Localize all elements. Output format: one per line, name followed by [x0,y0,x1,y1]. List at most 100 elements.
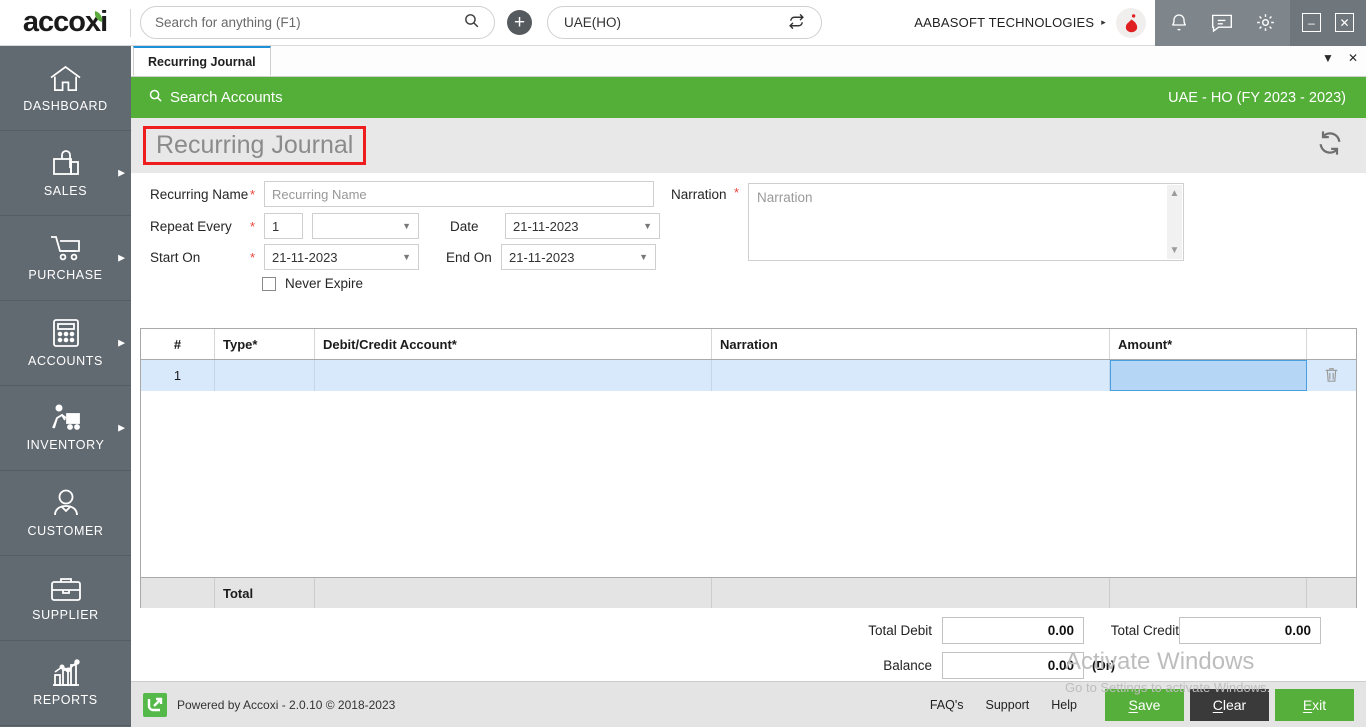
chevron-right-icon: ▶ [118,422,125,433]
save-button[interactable]: Save [1105,688,1184,721]
search-icon[interactable] [463,12,480,34]
date-picker[interactable]: 21-11-2023 ▼ [505,213,660,239]
message-icon[interactable] [1211,13,1233,33]
row-amount-cell[interactable] [1110,360,1307,391]
grid-col-account: Debit/Credit Account* [315,329,712,359]
application-window: accoxi + UAE(HO) [0,0,1366,727]
bell-icon[interactable] [1169,12,1189,33]
close-icon[interactable]: ✕ [1348,51,1358,65]
repeat-unit-dropdown[interactable]: ▼ [312,213,419,239]
sidebar-item-purchase[interactable]: PURCHASE ▶ [0,216,131,301]
sidebar-item-sales[interactable]: SALES ▶ [0,131,131,216]
grid-header-row: # Type* Debit/Credit Account* Narration … [141,329,1356,360]
company-selector[interactable]: AABASOFT TECHNOLOGIES ▸ [914,15,1112,30]
close-button[interactable]: ✕ [1335,13,1354,32]
window-controls: – ✕ [1290,0,1366,46]
chevron-down-icon: ▼ [402,221,411,231]
faq-link[interactable]: FAQ's [930,698,964,712]
chevron-right-icon: ▶ [118,337,125,348]
bar-chart-icon [51,659,81,687]
sidebar-item-label: PURCHASE [28,268,103,282]
sidebar-item-supplier[interactable]: SUPPLIER [0,556,131,641]
search-accounts-button[interactable]: Search Accounts [148,88,283,107]
total-credit-field: 0.00 [1179,617,1321,644]
row-narration-cell[interactable] [712,360,1110,391]
table-row[interactable]: 1 [141,360,1356,391]
footer-bar: Powered by Accoxi - 2.0.10 © 2018-2023 F… [131,681,1366,727]
page-title-bar: Recurring Journal [131,118,1366,173]
shopping-bag-icon [51,148,81,178]
sidebar-item-dashboard[interactable]: DASHBOARD [0,46,131,131]
avatar[interactable] [1116,7,1146,38]
grid-col-narration: Narration [712,329,1110,359]
end-on-value: 21-11-2023 [509,249,575,265]
start-on-label: Start On [150,249,201,265]
field-never-expire[interactable]: Never Expire [262,276,363,291]
narration-scrollbar[interactable]: ▲ ▼ [1167,185,1182,259]
repeat-count-input[interactable]: 1 [264,213,303,239]
repeat-count-value: 1 [272,218,280,234]
header-action-icons [1155,0,1290,46]
sidebar-item-label: SALES [43,184,88,198]
minimize-button[interactable]: – [1302,13,1321,32]
balance-type: (Dr) [1092,658,1116,673]
required-marker: * [734,185,740,200]
help-link[interactable]: Help [1051,698,1077,712]
row-delete-button[interactable] [1307,360,1356,391]
end-on-picker[interactable]: 21-11-2023 ▼ [501,244,656,270]
fiscal-year-info: UAE - HO (FY 2023 - 2023) [1168,89,1346,106]
sidebar-item-label: DASHBOARD [23,98,108,113]
clear-label: Clear [1212,696,1247,713]
sidebar-item-reports[interactable]: REPORTS [0,641,131,726]
top-header: accoxi + UAE(HO) [0,0,1366,46]
chevron-right-icon: ▸ [1101,17,1106,27]
narration-textarea[interactable]: Narration ▲ ▼ [748,183,1184,261]
never-expire-checkbox[interactable] [262,276,276,291]
support-link[interactable]: Support [986,698,1030,712]
company-label: AABASOFT TECHNOLOGIES [914,15,1095,30]
grid-col-number: # [141,329,215,359]
page-title-highlight: Recurring Journal [143,126,367,165]
clear-button[interactable]: Clear [1190,688,1269,721]
search-input[interactable] [155,15,463,30]
powered-by-text: Powered by Accoxi - 2.0.10 © 2018-2023 [177,697,396,712]
shopping-cart-icon [49,234,83,262]
chevron-down-icon: ▼ [643,221,652,231]
chevron-up-icon[interactable]: ▲ [1170,188,1180,199]
recurring-name-placeholder: Recurring Name [272,186,367,202]
gear-icon[interactable] [1255,12,1276,33]
required-marker: * [250,218,256,234]
tab-label: Recurring Journal [148,54,256,69]
branch-selector[interactable]: UAE(HO) [547,6,822,39]
field-start-on: Start On * 21-11-2023 ▼ End On 21-11-202… [150,244,656,270]
start-on-picker[interactable]: 21-11-2023 ▼ [264,244,419,270]
recurring-name-input[interactable]: Recurring Name [264,181,654,207]
sidebar-item-accounts[interactable]: ACCOUNTS ▶ [0,301,131,386]
refresh-icon[interactable] [1316,129,1344,162]
tab-strip-controls: ▼ ✕ [1322,51,1358,65]
sidebar-item-inventory[interactable]: INVENTORY ▶ [0,386,131,471]
add-new-button[interactable]: + [507,10,532,35]
chevron-down-icon[interactable]: ▼ [1170,245,1180,256]
total-account [315,578,712,608]
powered-by: Powered by Accoxi - 2.0.10 © 2018-2023 [143,692,396,717]
search-accounts-label: Search Accounts [170,89,283,106]
balance-field: 0.00 [942,652,1084,679]
total-debit-label: Total Debit [868,623,932,638]
sidebar-item-customer[interactable]: CUSTOMER [0,471,131,556]
row-account-cell[interactable] [315,360,712,391]
chevron-down-icon: ▼ [639,252,648,262]
tab-recurring-journal[interactable]: Recurring Journal [133,46,271,76]
totals-panel: Total Debit 0.00 Total Credit 0.00 Balan… [840,617,1321,687]
exit-button[interactable]: Exit [1275,688,1354,721]
repeat-every-label: Repeat Every [150,218,232,234]
balance-row: Balance 0.00 (Dr) [840,652,1321,679]
row-type-cell[interactable] [215,360,315,391]
global-search[interactable] [140,6,495,39]
required-marker: * [250,249,256,265]
chevron-down-icon: ▼ [402,252,411,262]
field-repeat-every: Repeat Every * 1 ▼ Date 21-11-2023 ▼ [150,213,660,239]
chevron-down-icon[interactable]: ▼ [1322,51,1334,65]
row-number: 1 [141,360,215,391]
switch-branch-icon[interactable] [788,13,805,33]
